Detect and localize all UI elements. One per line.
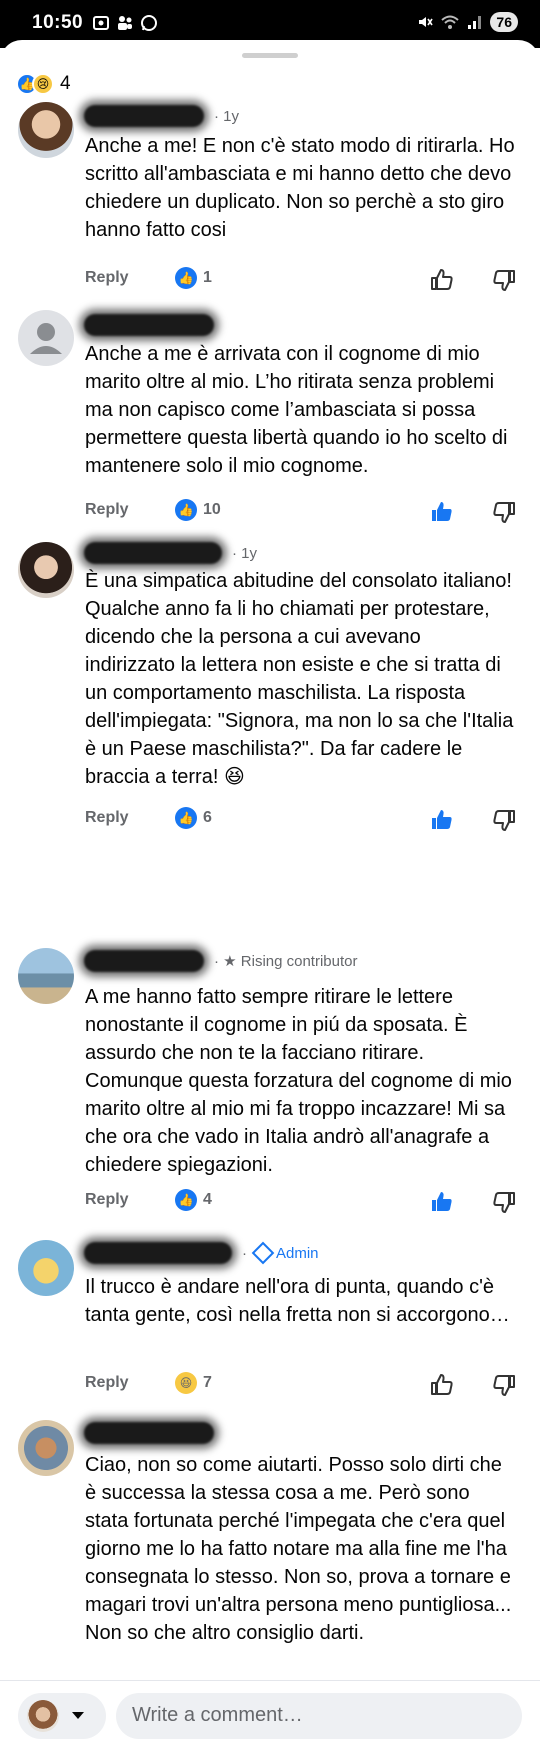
reaction-summary[interactable]: 👍 4 (175, 1189, 212, 1211)
reply-button[interactable]: Reply (85, 269, 129, 287)
admin-badge: Admin (276, 1244, 319, 1262)
reaction-count: 4 (203, 1191, 212, 1208)
comment-header (84, 1422, 224, 1444)
comment-actions: Reply 👍 10 (85, 497, 525, 527)
thumbs-down-icon[interactable] (491, 267, 517, 293)
thumbs-up-filled-icon[interactable] (429, 1189, 455, 1215)
comment-header: · 1y (84, 105, 239, 127)
comment-text: Il trucco è andare nell'ora di punta, qu… (85, 1276, 510, 1326)
reaction-count: 4 (60, 73, 71, 94)
whatsapp-icon (141, 15, 157, 31)
thumbs-up-filled-icon[interactable] (429, 807, 455, 833)
wifi-icon (441, 15, 460, 29)
comment-composer: Write a comment… (0, 1680, 540, 1749)
reaction-count: 7 (203, 1374, 212, 1391)
comment-text: Ciao, non so come aiutarti. Posso solo d… (85, 1454, 512, 1644)
comment-timestamp: · 1y (232, 544, 258, 562)
redacted-name[interactable] (84, 105, 204, 127)
reaction-summary[interactable]: 😆 7 (175, 1372, 212, 1394)
contributor-badge: · ★ Rising contributor (214, 953, 358, 970)
haha-icon: 😆 (175, 1372, 197, 1394)
teams-icon (118, 16, 132, 30)
avatar[interactable] (18, 1420, 74, 1476)
reply-button[interactable]: Reply (85, 1191, 129, 1209)
reply-button[interactable]: Reply (85, 501, 129, 519)
like-icon: 👍 (175, 807, 197, 829)
comment-text: Anche a me! E non c'è stato modo di riti… (85, 135, 515, 241)
comment-header: · 1y (84, 542, 257, 564)
comment-actions: Reply 👍 4 (85, 1187, 525, 1217)
comment-timestamp: · 1y (214, 107, 240, 125)
profile-switcher[interactable] (18, 1693, 106, 1739)
like-icon: 👍 (175, 267, 197, 289)
avatar (27, 1700, 59, 1732)
reaction-count: 10 (203, 501, 221, 518)
comment-header: · Admin (84, 1241, 319, 1265)
reaction-summary[interactable]: 👍 6 (175, 807, 212, 829)
drag-handle[interactable] (242, 53, 298, 58)
avatar[interactable] (18, 948, 74, 1004)
avatar[interactable] (18, 102, 74, 158)
avatar[interactable] (18, 310, 74, 366)
like-icon: 👍 (175, 1189, 197, 1211)
avatar[interactable] (18, 542, 74, 598)
redacted-name[interactable] (84, 314, 214, 336)
thumbs-up-icon[interactable] (429, 267, 455, 293)
comment-input[interactable]: Write a comment… (116, 1693, 522, 1739)
comment-meta: · (242, 1244, 247, 1262)
redacted-name[interactable] (84, 950, 204, 972)
clock: 10:50 (32, 12, 84, 33)
thumbs-down-icon[interactable] (491, 807, 517, 833)
thumbs-down-icon[interactable] (491, 1372, 517, 1398)
sad-reaction-icon: 😢 (32, 73, 54, 95)
admin-badge-icon (251, 1241, 275, 1265)
thumbs-down-icon[interactable] (491, 499, 517, 525)
redacted-name[interactable] (84, 1422, 214, 1444)
reply-button[interactable]: Reply (85, 809, 129, 827)
comment-header (84, 314, 224, 336)
screenshot-icon (93, 16, 109, 30)
reaction-count: 6 (203, 809, 212, 826)
reaction-count: 1 (203, 269, 212, 286)
comment-text: A me hanno fatto sempre ritirare le lett… (85, 986, 512, 1176)
reaction-summary[interactable]: 👍 1 (175, 267, 212, 289)
comment-header: · ★ Rising contributor (84, 950, 358, 972)
signal-icon (468, 16, 482, 29)
default-avatar-icon (30, 323, 62, 354)
reactions-summary[interactable]: 👍 😢 4 (16, 73, 71, 95)
like-icon: 👍 (175, 499, 197, 521)
reply-button[interactable]: Reply (85, 1374, 129, 1392)
thumbs-up-icon[interactable] (429, 1372, 455, 1398)
chevron-down-icon (72, 1712, 84, 1719)
battery-indicator: 76 (490, 12, 518, 32)
thumbs-down-icon[interactable] (491, 1189, 517, 1215)
system-icons: 76 (416, 12, 518, 32)
reaction-summary[interactable]: 👍 10 (175, 499, 221, 521)
avatar[interactable] (18, 1240, 74, 1296)
notification-icons (92, 14, 158, 32)
comment-actions: Reply 😆 7 (85, 1370, 525, 1400)
mute-icon (419, 17, 434, 27)
comment-actions: Reply 👍 1 (85, 265, 525, 295)
redacted-name[interactable] (84, 1242, 232, 1264)
comment-text: È una simpatica abitudine del consolato … (85, 570, 514, 788)
comment-actions: Reply 👍 6 (85, 805, 525, 835)
comment-text: Anche a me è arrivata con il cognome di … (85, 343, 508, 477)
thumbs-up-filled-icon[interactable] (429, 499, 455, 525)
redacted-name[interactable] (84, 542, 222, 564)
